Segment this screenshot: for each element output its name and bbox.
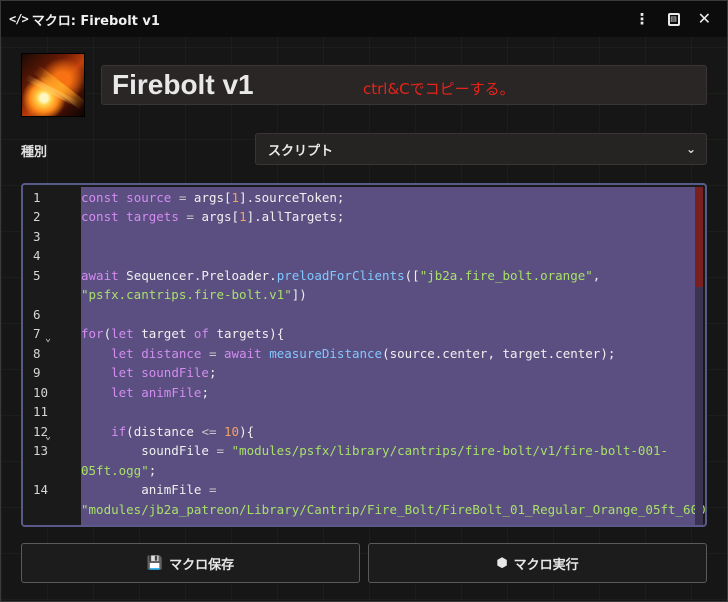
code-line: let distance = await measureDistance(sou… (111, 346, 616, 361)
macro-name-value: Firebolt v1 (112, 69, 254, 100)
line-number: 7 (33, 326, 41, 341)
copy-annotation: ctrl&Cでコピーする。 (363, 80, 515, 98)
code-icon: </> (9, 12, 29, 26)
line-number: 6 (33, 307, 41, 322)
code-line: let soundFile; (111, 365, 217, 380)
close-icon[interactable]: ✕ (698, 11, 711, 27)
line-number: 8 (33, 346, 41, 361)
fold-chevron-icon[interactable]: ⌄ (45, 333, 51, 344)
code-line: const source = args[1].sourceToken; (81, 190, 345, 205)
code-line: await Sequencer.Preloader.preloadForClie… (81, 268, 601, 283)
macro-image[interactable] (21, 53, 85, 117)
d20-icon: ⬢ (496, 555, 508, 571)
macro-name-input[interactable]: Firebolt v1 ctrl&Cでコピーする。 (101, 65, 707, 105)
line-number: 2 (33, 209, 41, 224)
macro-config-window: </> マクロ: Firebolt v1 ⋮ ▤ ✕ Firebolt v1 c… (0, 0, 728, 602)
type-label: 種別 (21, 145, 48, 160)
code-line: const targets = args[1].allTargets; (81, 209, 345, 224)
code-editor[interactable]: 1 2 3 4 5 6 7 ⌄ 8 9 10 11 12 ⌄ 13 14 con… (21, 183, 707, 527)
line-number: 14 (33, 482, 49, 497)
save-macro-button[interactable]: 💾 マクロ保存 (21, 543, 360, 583)
window-title: マクロ: Firebolt v1 (31, 13, 160, 29)
macro-form: Firebolt v1 ctrl&Cでコピーする。 種別 スクリプト ⌄ 1 2… (1, 37, 727, 601)
code-line: let animFile; (111, 385, 209, 400)
line-gutter: 1 2 3 4 5 6 7 ⌄ 8 9 10 11 12 ⌄ 13 14 (23, 185, 79, 525)
execute-macro-label: マクロ実行 (513, 557, 579, 573)
code-line: animFile = (81, 482, 217, 497)
line-number: 4 (33, 248, 41, 263)
line-number: 10 (33, 385, 49, 400)
save-macro-label: マクロ保存 (169, 557, 235, 573)
code-line: for(let target of targets){ (81, 326, 285, 341)
code-line: soundFile = "modules/psfx/library/cantri… (81, 443, 669, 458)
fold-chevron-icon[interactable]: ⌄ (45, 431, 51, 442)
code-line: "psfx.cantrips.fire-bolt.v1"]) (81, 287, 307, 302)
code-line: "modules/jb2a_patreon/Library/Cantrip/Fi… (81, 502, 707, 517)
editor-scrollbar[interactable] (695, 187, 703, 525)
line-number: 3 (33, 229, 41, 244)
line-number: 11 (33, 404, 49, 419)
type-select[interactable]: スクリプト ⌄ (255, 133, 707, 165)
editor-scrollbar-thumb[interactable] (695, 187, 703, 287)
execute-macro-button[interactable]: ⬢ マクロ実行 (368, 543, 707, 583)
code-selection[interactable]: const source = args[1].sourceToken; cons… (81, 187, 705, 525)
code-line: 05ft.ogg"; (81, 463, 157, 478)
window-titlebar[interactable]: </> マクロ: Firebolt v1 ⋮ ▤ ✕ (1, 1, 727, 37)
window-controls: ⋮ ▤ ✕ (635, 11, 719, 27)
line-number: 1 (33, 190, 41, 205)
vertical-dots-icon[interactable]: ⋮ (635, 11, 650, 27)
type-select-value: スクリプト (268, 143, 334, 159)
line-number: 13 (33, 443, 49, 458)
code-line: if(distance <= 10){ (111, 424, 255, 439)
save-icon: 💾 (146, 555, 164, 571)
book-icon[interactable]: ▤ (667, 12, 680, 26)
line-number: 5 (33, 268, 41, 283)
line-number: 9 (33, 365, 41, 380)
chevron-down-icon: ⌄ (685, 142, 696, 156)
